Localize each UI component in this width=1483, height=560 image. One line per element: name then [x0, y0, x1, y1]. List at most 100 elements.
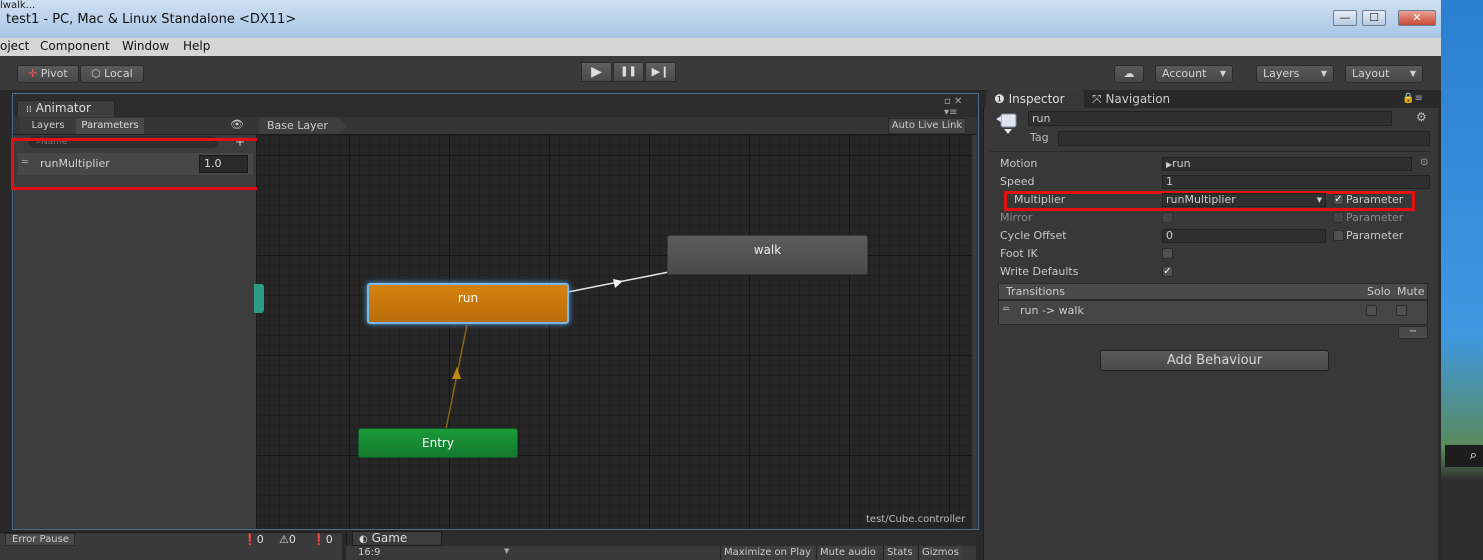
error-count-value: 0: [256, 533, 264, 546]
arrow-icon: [452, 367, 461, 379]
foot-ik-label: Foot IK: [1000, 247, 1038, 260]
write-defaults-checkbox[interactable]: ✓: [1162, 266, 1173, 277]
drag-handle-icon[interactable]: ═: [1003, 304, 1009, 315]
warning-icon: ⚠: [279, 533, 289, 546]
gear-icon[interactable]: ⚙: [1416, 110, 1427, 124]
speed-input[interactable]: 1: [1162, 175, 1430, 189]
state-name-input[interactable]: run: [1028, 111, 1392, 126]
pivot-label: Pivot: [40, 67, 68, 80]
write-defaults-label: Write Defaults: [1000, 265, 1079, 278]
breadcrumb-base-layer[interactable]: Base Layer: [259, 118, 347, 134]
pivot-icon: ✛: [28, 67, 38, 80]
mute-audio-toggle[interactable]: Mute audio: [816, 546, 879, 560]
transitions-header: Transitions Solo Mute: [998, 283, 1428, 300]
close-button[interactable]: ✕: [1398, 10, 1436, 26]
log-count-value: 0: [325, 533, 333, 546]
add-behaviour-button[interactable]: Add Behaviour: [1100, 350, 1329, 371]
menu-object[interactable]: oject: [0, 39, 29, 53]
mute-label: Mute: [1397, 285, 1425, 298]
cycle-offset-input[interactable]: 0: [1162, 229, 1326, 243]
multiplier-parameter-checkbox[interactable]: ✓: [1333, 194, 1344, 205]
state-node-run[interactable]: run: [367, 283, 569, 324]
window-title: test1 - PC, Mac & Linux Standalone <DX11…: [6, 12, 297, 27]
log-count[interactable]: ❗0: [312, 533, 333, 546]
chevron-down-icon: ▼: [504, 547, 510, 555]
tab-animator[interactable]: ⁞⁞ Animator: [17, 100, 115, 118]
tab-inspector[interactable]: ❶ Inspector: [986, 90, 1084, 108]
arrow-icon: [613, 279, 623, 288]
motion-field[interactable]: ▶run: [1162, 157, 1412, 171]
pause-button[interactable]: ❚❚: [613, 62, 644, 82]
pivot-button[interactable]: ✛ Pivot: [17, 65, 79, 83]
cloud-button[interactable]: ☁: [1114, 65, 1144, 83]
tab-layers[interactable]: Layers: [20, 118, 76, 134]
mirror-checkbox[interactable]: [1162, 212, 1173, 223]
motion-value: run: [1172, 157, 1191, 170]
tab-navigation[interactable]: ⤧ Navigation: [1092, 90, 1170, 108]
search-icon[interactable]: ⌕: [1445, 445, 1483, 467]
menu-window[interactable]: Window: [122, 39, 169, 53]
animator-tab-label: Animator: [35, 101, 91, 115]
mirror-label: Mirror: [1000, 211, 1033, 224]
graph-scrollbar[interactable]: [972, 135, 977, 529]
layers-label: Layers: [1263, 67, 1300, 80]
parameter-label: Parameter: [1346, 229, 1404, 242]
step-button[interactable]: ▶❙: [645, 62, 676, 82]
chevron-down-icon: ▼: [1409, 69, 1416, 78]
minimize-button[interactable]: —: [1333, 10, 1357, 26]
transitions-label: Transitions: [1006, 285, 1065, 298]
maximize-on-play-toggle[interactable]: Maximize on Play: [720, 546, 815, 560]
parameters-panel: [14, 135, 257, 529]
info-icon: ❗: [312, 533, 326, 546]
mirror-parameter-checkbox[interactable]: [1333, 212, 1344, 223]
solo-label: Solo: [1367, 285, 1391, 298]
cycle-offset-label: Cycle Offset: [1000, 229, 1067, 242]
gizmos-dropdown[interactable]: Gizmos: [918, 546, 962, 560]
object-picker-icon[interactable]: ⊙: [1420, 157, 1428, 168]
desktop-background: [1441, 0, 1483, 560]
layout-dropdown[interactable]: Layout ▼: [1345, 65, 1423, 83]
local-label: Local: [104, 67, 133, 80]
warning-count[interactable]: ⚠0: [279, 533, 296, 546]
solo-checkbox[interactable]: [1366, 305, 1377, 316]
local-button[interactable]: ⬡ Local: [80, 65, 144, 83]
state-node-entry[interactable]: Entry: [358, 428, 518, 458]
error-pause-button[interactable]: Error Pause: [5, 533, 75, 546]
parameter-label: Parameter: [1346, 193, 1404, 206]
mute-checkbox[interactable]: [1396, 305, 1407, 316]
auto-live-link-button[interactable]: Auto Live Link: [888, 118, 966, 134]
local-icon: ⬡: [91, 67, 101, 80]
transition-item[interactable]: run -> walk: [1020, 304, 1084, 317]
play-button[interactable]: ▶: [581, 62, 612, 82]
maximize-button[interactable]: ☐: [1362, 10, 1386, 26]
account-dropdown[interactable]: Account ▼: [1155, 65, 1233, 83]
layout-label: Layout: [1352, 67, 1390, 80]
tab-game[interactable]: ◐ Game: [352, 531, 442, 546]
tab-parameters[interactable]: Parameters: [76, 118, 144, 134]
speed-label: Speed: [1000, 175, 1035, 188]
foot-ik-checkbox[interactable]: [1162, 248, 1173, 259]
menu-help[interactable]: Help: [183, 39, 210, 53]
stats-toggle[interactable]: Stats: [883, 546, 916, 560]
eye-icon[interactable]: 👁: [230, 118, 244, 131]
info-icon: ❶: [994, 92, 1005, 106]
window-controls-icon[interactable]: ▫ ✕ ▾≡: [944, 96, 962, 118]
multiplier-value: runMultiplier: [1166, 193, 1236, 206]
tag-input[interactable]: [1058, 131, 1430, 146]
state-node-partial[interactable]: [254, 284, 264, 313]
multiplier-dropdown[interactable]: runMultiplier ▼: [1162, 193, 1326, 207]
controller-path: test/Cube.controller: [866, 514, 966, 525]
cycle-parameter-checkbox[interactable]: [1333, 230, 1344, 241]
aspect-dropdown[interactable]: 16:9: [358, 547, 380, 558]
remove-transition-button[interactable]: −: [1398, 326, 1428, 339]
chevron-down-icon: ▼: [1219, 69, 1226, 78]
menu-component[interactable]: Component: [40, 39, 110, 53]
inspector-tab-label: Inspector: [1008, 92, 1065, 106]
layers-dropdown[interactable]: Layers ▼: [1256, 65, 1334, 83]
game-toolbar: [346, 546, 976, 560]
lock-icon[interactable]: 🔒≡: [1402, 93, 1423, 104]
tag-label: Tag: [1030, 131, 1049, 144]
animator-icon: ⁞⁞: [26, 105, 32, 115]
state-node-walk[interactable]: walk: [667, 235, 868, 275]
error-count[interactable]: ❗0: [243, 533, 264, 546]
